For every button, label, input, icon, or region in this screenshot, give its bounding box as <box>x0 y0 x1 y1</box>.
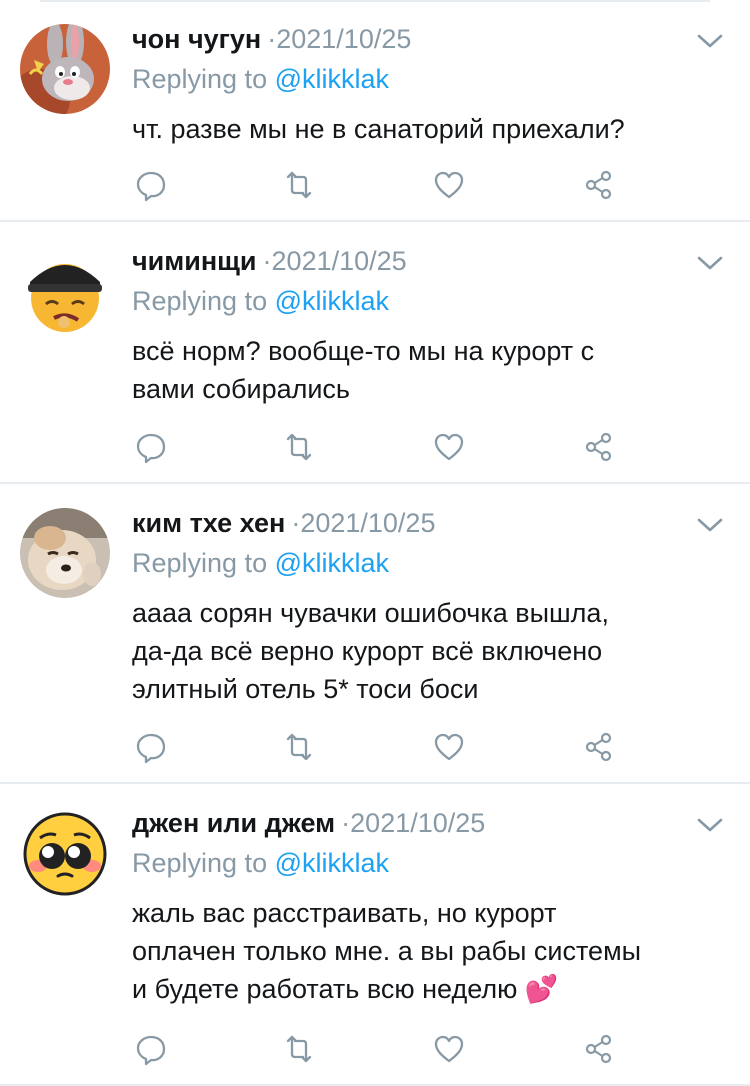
tweet-header: чиминщи ·2021/10/25 <box>132 246 407 280</box>
tweet-text: аааа сорян чувачки ошибочка вышла, да-да… <box>132 594 732 708</box>
reply-handle-link[interactable]: @klikklak <box>275 848 389 878</box>
tweet-date[interactable]: ·2021/10/25 <box>291 508 435 539</box>
reply-handle-link[interactable]: @klikklak <box>275 286 389 316</box>
like-heart-icon[interactable] <box>432 430 466 464</box>
replying-prefix: Replying to <box>132 286 268 316</box>
replying-to: Replying to @klikklak <box>132 286 389 317</box>
tweet-text-line: да-да всё верно курорт всё включено <box>132 636 603 666</box>
retweet-icon[interactable] <box>282 168 316 202</box>
tweet-text: всё норм? вообще-то мы на курорт с вами … <box>132 332 732 408</box>
tweet-header: джен или джем ·2021/10/25 <box>132 808 485 842</box>
action-bar <box>134 430 634 464</box>
tweet-text-line: элитный отель 5* тоси боси <box>132 674 479 704</box>
action-bar <box>134 1032 634 1066</box>
replying-to: Replying to @klikklak <box>132 548 389 579</box>
action-bar <box>134 730 634 764</box>
retweet-icon[interactable] <box>282 730 316 764</box>
share-icon[interactable] <box>582 168 616 202</box>
author-name[interactable]: чон чугун <box>132 24 261 55</box>
reply-handle-link[interactable]: @klikklak <box>275 64 389 94</box>
tweet-text-line: аааа сорян чувачки ошибочка вышла, <box>132 598 609 628</box>
bunny-avatar-icon[interactable] <box>20 24 110 114</box>
tweet-1[interactable]: чон чугун ·2021/10/25 Replying to @klikk… <box>0 0 750 222</box>
chevron-down-icon[interactable] <box>696 816 724 834</box>
chevron-down-icon[interactable] <box>696 32 724 50</box>
tweet-text: чт. разве мы не в санаторий приехали? <box>132 110 732 148</box>
tweet-date[interactable]: ·2021/10/25 <box>341 808 485 839</box>
like-heart-icon[interactable] <box>432 168 466 202</box>
tweet-text-line: чт. разве мы не в санаторий приехали? <box>132 114 625 144</box>
reply-icon[interactable] <box>134 430 168 464</box>
replying-to: Replying to @klikklak <box>132 64 389 95</box>
dog-avatar-icon[interactable] <box>20 508 110 598</box>
emoji-cap-avatar-icon[interactable] <box>20 246 110 336</box>
replying-prefix: Replying to <box>132 848 268 878</box>
retweet-icon[interactable] <box>282 1032 316 1066</box>
tweet-date[interactable]: ·2021/10/25 <box>263 246 407 277</box>
tweet-text-line: и будете работать всю неделю 💕 <box>132 970 732 1008</box>
action-bar <box>134 168 634 202</box>
tweet-text-line: всё норм? вообще-то мы на курорт с <box>132 336 595 366</box>
tweet-text-fragment: и будете работать всю неделю <box>132 974 518 1004</box>
replying-prefix: Replying to <box>132 548 268 578</box>
reply-icon[interactable] <box>134 168 168 202</box>
replying-prefix: Replying to <box>132 64 268 94</box>
reply-icon[interactable] <box>134 730 168 764</box>
share-icon[interactable] <box>582 430 616 464</box>
tweet-text: жаль вас расстраивать, но курорт оплачен… <box>132 894 732 1008</box>
replying-to: Replying to @klikklak <box>132 848 389 879</box>
author-name[interactable]: ким тхе хен <box>132 508 285 539</box>
tweet-text-line: оплачен только мне. а вы рабы системы <box>132 936 642 966</box>
reply-icon[interactable] <box>134 1032 168 1066</box>
like-heart-icon[interactable] <box>432 1032 466 1066</box>
author-name[interactable]: джен или джем <box>132 808 335 839</box>
tweet-4[interactable]: джен или джем ·2021/10/25 Replying to @k… <box>0 784 750 1086</box>
tweet-text-line: вами собирались <box>132 374 351 404</box>
tweet-header: ким тхе хен ·2021/10/25 <box>132 508 435 542</box>
two-hearts-emoji: 💕 <box>524 974 559 1004</box>
share-icon[interactable] <box>582 730 616 764</box>
tweet-2[interactable]: чиминщи ·2021/10/25 Replying to @klikkla… <box>0 222 750 484</box>
chevron-down-icon[interactable] <box>696 516 724 534</box>
tweet-3[interactable]: ким тхе хен ·2021/10/25 Replying to @kli… <box>0 484 750 784</box>
tweet-text-line: жаль вас расстраивать, но курорт <box>132 898 557 928</box>
author-name[interactable]: чиминщи <box>132 246 257 277</box>
pleading-emoji-avatar-icon[interactable] <box>20 808 110 898</box>
like-heart-icon[interactable] <box>432 730 466 764</box>
retweet-icon[interactable] <box>282 430 316 464</box>
tweet-header: чон чугун ·2021/10/25 <box>132 24 411 58</box>
chevron-down-icon[interactable] <box>696 254 724 272</box>
reply-handle-link[interactable]: @klikklak <box>275 548 389 578</box>
share-icon[interactable] <box>582 1032 616 1066</box>
tweet-date[interactable]: ·2021/10/25 <box>267 24 411 55</box>
